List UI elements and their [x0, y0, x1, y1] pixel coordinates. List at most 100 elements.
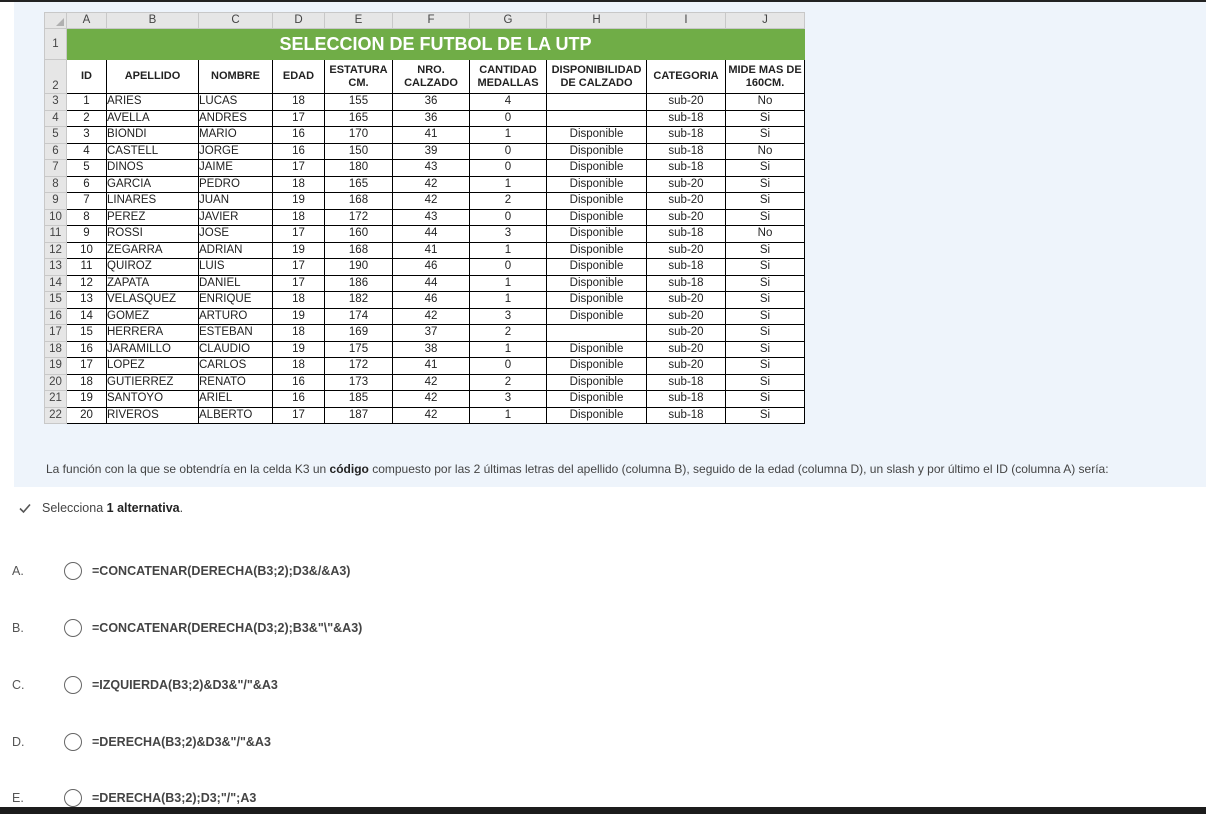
- table-cell[interactable]: 160: [324, 225, 393, 243]
- table-cell[interactable]: 17: [272, 274, 325, 292]
- table-cell[interactable]: 44: [392, 274, 470, 292]
- table-cell[interactable]: Si: [725, 126, 805, 144]
- table-cell[interactable]: Disponible: [546, 225, 647, 243]
- table-cell[interactable]: 41: [392, 241, 470, 259]
- table-cell[interactable]: 1: [469, 175, 547, 193]
- row-number[interactable]: 20: [44, 373, 67, 391]
- table-cell[interactable]: GUTIERREZ: [106, 373, 199, 391]
- table-cell[interactable]: Si: [725, 307, 805, 325]
- table-cell[interactable]: Disponible: [546, 142, 647, 160]
- table-cell[interactable]: Disponible: [546, 159, 647, 177]
- table-cell[interactable]: Si: [725, 109, 805, 127]
- table-cell[interactable]: 3: [66, 126, 107, 144]
- table-cell[interactable]: 17: [272, 258, 325, 276]
- row-number[interactable]: 5: [44, 126, 67, 144]
- table-cell[interactable]: 187: [324, 406, 393, 424]
- table-cell[interactable]: 42: [392, 307, 470, 325]
- radio-button[interactable]: [64, 733, 82, 751]
- row-number[interactable]: 11: [44, 225, 67, 243]
- table-cell[interactable]: 46: [392, 258, 470, 276]
- table-cell[interactable]: No: [725, 142, 805, 160]
- table-cell[interactable]: 38: [392, 340, 470, 358]
- table-cell[interactable]: 0: [469, 109, 547, 127]
- table-cell[interactable]: JAIME: [198, 159, 273, 177]
- table-cell[interactable]: Si: [725, 390, 805, 408]
- table-cell[interactable]: ESTEBAN: [198, 324, 273, 342]
- table-cell[interactable]: 6: [66, 175, 107, 193]
- table-cell[interactable]: 0: [469, 142, 547, 160]
- radio-button[interactable]: [64, 619, 82, 637]
- column-header-i[interactable]: I: [646, 12, 726, 29]
- table-cell[interactable]: sub-18: [646, 159, 726, 177]
- row-number[interactable]: 16: [44, 307, 67, 325]
- table-cell[interactable]: sub-18: [646, 390, 726, 408]
- table-cell[interactable]: 168: [324, 241, 393, 259]
- table-cell[interactable]: JOSE: [198, 225, 273, 243]
- table-cell[interactable]: 18: [272, 93, 325, 111]
- table-cell[interactable]: Disponible: [546, 307, 647, 325]
- table-cell[interactable]: 2: [469, 192, 547, 210]
- table-cell[interactable]: DANIEL: [198, 274, 273, 292]
- table-cell[interactable]: sub-20: [646, 93, 726, 111]
- table-cell[interactable]: 1: [66, 93, 107, 111]
- table-cell[interactable]: SANTOYO: [106, 390, 199, 408]
- column-header-b[interactable]: B: [106, 12, 199, 29]
- table-cell[interactable]: Si: [725, 192, 805, 210]
- table-cell[interactable]: 2: [469, 373, 547, 391]
- header-cell[interactable]: MIDE MAS DE 160CM.: [725, 59, 805, 94]
- table-cell[interactable]: 13: [66, 291, 107, 309]
- header-cell[interactable]: DISPONIBILIDAD DE CALZADO: [546, 59, 647, 94]
- table-cell[interactable]: 12: [66, 274, 107, 292]
- header-cell[interactable]: NOMBRE: [198, 59, 273, 94]
- radio-button[interactable]: [64, 789, 82, 807]
- header-cell[interactable]: CATEGORIA: [646, 59, 726, 94]
- option-c[interactable]: C. =IZQUIERDA(B3;2)&D3&"/"&A3: [12, 674, 278, 696]
- table-cell[interactable]: sub-20: [646, 175, 726, 193]
- table-cell[interactable]: 42: [392, 390, 470, 408]
- row-number[interactable]: 19: [44, 357, 67, 375]
- table-cell[interactable]: ARIEL: [198, 390, 273, 408]
- table-cell[interactable]: 2: [469, 324, 547, 342]
- row-number[interactable]: 8: [44, 175, 67, 193]
- column-header-h[interactable]: H: [546, 12, 647, 29]
- table-cell[interactable]: LUIS: [198, 258, 273, 276]
- table-cell[interactable]: RIVEROS: [106, 406, 199, 424]
- table-cell[interactable]: 15: [66, 324, 107, 342]
- table-cell[interactable]: 11: [66, 258, 107, 276]
- table-cell[interactable]: LUCAS: [198, 93, 273, 111]
- table-cell[interactable]: Disponible: [546, 390, 647, 408]
- table-cell[interactable]: 18: [272, 357, 325, 375]
- column-header-g[interactable]: G: [469, 12, 547, 29]
- table-cell[interactable]: LINARES: [106, 192, 199, 210]
- header-cell[interactable]: APELLIDO: [106, 59, 199, 94]
- row-number[interactable]: 17: [44, 324, 67, 342]
- table-cell[interactable]: 19: [272, 340, 325, 358]
- option-b[interactable]: B. =CONCATENAR(DERECHA(D3;2);B3&"\"&A3): [12, 617, 362, 639]
- row-number[interactable]: 21: [44, 390, 67, 408]
- table-cell[interactable]: ARTURO: [198, 307, 273, 325]
- row-number[interactable]: 7: [44, 159, 67, 177]
- table-cell[interactable]: sub-18: [646, 126, 726, 144]
- table-cell[interactable]: JARAMILLO: [106, 340, 199, 358]
- table-cell[interactable]: Si: [725, 340, 805, 358]
- table-cell[interactable]: Si: [725, 324, 805, 342]
- table-cell[interactable]: Si: [725, 175, 805, 193]
- table-cell[interactable]: [546, 109, 647, 127]
- table-cell[interactable]: sub-20: [646, 291, 726, 309]
- header-cell[interactable]: CANTIDAD MEDALLAS: [469, 59, 547, 94]
- row-number[interactable]: 18: [44, 340, 67, 358]
- table-cell[interactable]: ADRIAN: [198, 241, 273, 259]
- radio-button[interactable]: [64, 676, 82, 694]
- table-cell[interactable]: 39: [392, 142, 470, 160]
- table-cell[interactable]: sub-20: [646, 241, 726, 259]
- table-cell[interactable]: 36: [392, 93, 470, 111]
- table-cell[interactable]: 17: [272, 406, 325, 424]
- table-cell[interactable]: sub-18: [646, 109, 726, 127]
- table-cell[interactable]: Disponible: [546, 126, 647, 144]
- table-cell[interactable]: 14: [66, 307, 107, 325]
- table-cell[interactable]: JUAN: [198, 192, 273, 210]
- table-cell[interactable]: 42: [392, 192, 470, 210]
- table-cell[interactable]: 0: [469, 258, 547, 276]
- table-cell[interactable]: Si: [725, 274, 805, 292]
- table-cell[interactable]: Disponible: [546, 274, 647, 292]
